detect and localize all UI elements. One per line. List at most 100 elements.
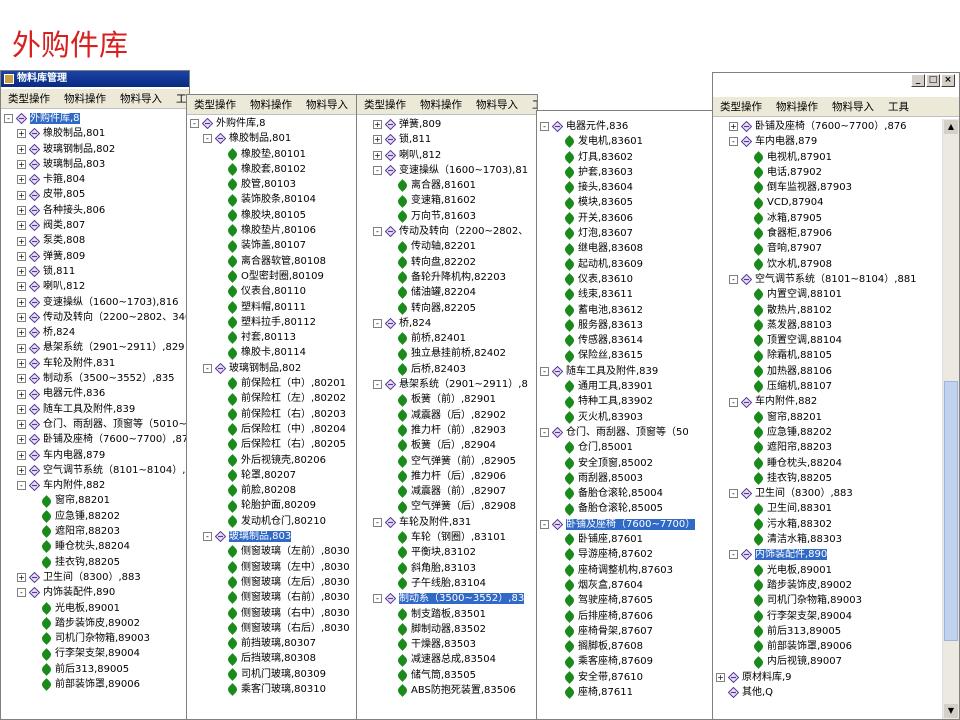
- expand-toggle-icon[interactable]: +: [17, 175, 26, 185]
- tree-folder-node[interactable]: - 玻璃钢制品,802: [190, 361, 357, 376]
- tree-leaf-node[interactable]: 制支踏板,83501: [360, 607, 537, 622]
- tree-folder-node[interactable]: + 卡箍,804: [4, 172, 189, 187]
- tree-leaf-node[interactable]: 装饰胶条,80104: [190, 192, 357, 207]
- tree-leaf-node[interactable]: 行李架支架,89004: [716, 609, 941, 624]
- tree-leaf-node[interactable]: 应急锤,88202: [4, 509, 189, 524]
- collapse-toggle-icon[interactable]: -: [540, 519, 549, 529]
- tree-folder-node[interactable]: + 传动及转向（2200~2802、3400~34: [4, 310, 189, 325]
- tree-folder-node[interactable]: + 车轮及附件,831: [4, 356, 189, 371]
- tree-leaf-node[interactable]: 导游座椅,87602: [540, 547, 713, 562]
- tree-leaf-node[interactable]: 安全带,87610: [540, 670, 713, 685]
- tree-folder-node[interactable]: + 变速操纵（1600~1703),816: [4, 295, 189, 310]
- tree-leaf-node[interactable]: 塑料帽,80111: [190, 300, 357, 315]
- tree-leaf-node[interactable]: 推力杆（后）,82906: [360, 469, 537, 484]
- tree-folder-node[interactable]: + 空气调节系统（8101~8104）,881: [4, 463, 189, 478]
- tree-leaf-node[interactable]: 睡仓枕头,88204: [716, 456, 941, 471]
- tree-leaf-node[interactable]: 前脸,80208: [190, 483, 357, 498]
- collapse-toggle-icon[interactable]: -: [203, 532, 212, 542]
- tree-leaf-node[interactable]: 板簧（前）,82901: [360, 392, 537, 407]
- tree-leaf-node[interactable]: 减速器总成,83504: [360, 652, 537, 667]
- tree-leaf-node[interactable]: 后排座椅,87606: [540, 609, 713, 624]
- expand-toggle-icon[interactable]: +: [17, 420, 26, 430]
- tree-folder-node[interactable]: + 阀类,807: [4, 218, 189, 233]
- tree-folder-node[interactable]: + 喇叭,812: [4, 279, 189, 294]
- tree-leaf-node[interactable]: 外后视镜壳,80206: [190, 453, 357, 468]
- tree-folder-node[interactable]: + 玻璃制品,803: [4, 157, 189, 172]
- tree-folder-node[interactable]: - 桥,824: [360, 316, 537, 331]
- tree-leaf-node[interactable]: 储油罐,82204: [360, 285, 537, 300]
- tree-leaf-node[interactable]: 侧窗玻璃（左中）,8030: [190, 560, 357, 575]
- scroll-down-arrow[interactable]: ▼: [944, 704, 958, 718]
- collapse-toggle-icon[interactable]: -: [729, 275, 738, 285]
- tree-leaf-node[interactable]: 推力杆（前）,82903: [360, 423, 537, 438]
- tree-leaf-node[interactable]: 座椅骨架,87607: [540, 624, 713, 639]
- tree-folder-node[interactable]: + 锁,811: [4, 264, 189, 279]
- tree-leaf-node[interactable]: 保险丝,83615: [540, 348, 713, 363]
- tree-leaf-node[interactable]: 传感器,83614: [540, 333, 713, 348]
- tree-folder-node[interactable]: - 悬架系统（2901~2911）,8: [360, 377, 537, 392]
- tree-folder-node[interactable]: + 弹簧,809: [4, 249, 189, 264]
- expand-toggle-icon[interactable]: +: [17, 313, 26, 323]
- tree-leaf-node[interactable]: 侧窗玻璃（右后）,8030: [190, 621, 357, 636]
- tree-folder-node[interactable]: - 车内电器,879: [716, 134, 941, 149]
- tree-leaf-node[interactable]: 离合器,81601: [360, 178, 537, 193]
- tree-folder-node[interactable]: - 车内附件,882: [4, 478, 189, 493]
- tree-folder-node[interactable]: + 橡胶制品,801: [4, 126, 189, 141]
- tree-leaf-node[interactable]: 板簧（后）,82904: [360, 438, 537, 453]
- tree-leaf-node[interactable]: 电视机,87901: [716, 150, 941, 165]
- tree-leaf-node[interactable]: 顶置空调,88104: [716, 333, 941, 348]
- tree-folder-node[interactable]: + 制动系（3500~3552）,835: [4, 371, 189, 386]
- tree-folder-node[interactable]: - 制动系（3500~3552）,83: [360, 591, 537, 606]
- tree-leaf-node[interactable]: VCD,87904: [716, 195, 941, 210]
- collapse-toggle-icon[interactable]: -: [373, 594, 382, 604]
- tree-leaf-node[interactable]: 线束,83611: [540, 287, 713, 302]
- tree-leaf-node[interactable]: 烟灰盒,87604: [540, 578, 713, 593]
- collapse-toggle-icon[interactable]: -: [540, 366, 549, 376]
- tree-leaf-node[interactable]: 后桥,82403: [360, 362, 537, 377]
- expand-toggle-icon[interactable]: +: [716, 672, 725, 682]
- scroll-thumb[interactable]: [944, 381, 958, 641]
- tree-leaf-node[interactable]: 搁脚板,87608: [540, 639, 713, 654]
- expand-toggle-icon[interactable]: +: [17, 221, 26, 231]
- tree-leaf-node[interactable]: 驾驶座椅,87605: [540, 593, 713, 608]
- tree-leaf-node[interactable]: 平衡块,83102: [360, 545, 537, 560]
- tree-leaf-node[interactable]: 侧窗玻璃（右中）,8030: [190, 606, 357, 621]
- tree-leaf-node[interactable]: 仓门,85001: [540, 440, 713, 455]
- tree-leaf-node[interactable]: 衬套,80113: [190, 330, 357, 345]
- tree-leaf-node[interactable]: 光电板,89001: [4, 601, 189, 616]
- tree-folder-node[interactable]: - 空气调节系统（8101~8104）,881: [716, 272, 941, 287]
- menu-item[interactable]: 物料操作: [769, 97, 825, 116]
- tree-leaf-node[interactable]: 备胎仓滚轮,85004: [540, 486, 713, 501]
- tree-leaf-node[interactable]: 窗帘,88201: [716, 410, 941, 425]
- tree-leaf-node[interactable]: 前挡玻璃,80307: [190, 636, 357, 651]
- collapse-toggle-icon[interactable]: -: [4, 114, 13, 124]
- maximize-button[interactable]: □: [926, 74, 940, 87]
- tree-leaf-node[interactable]: 压缩机,88107: [716, 379, 941, 394]
- collapse-toggle-icon[interactable]: -: [540, 428, 549, 438]
- tree-leaf-node[interactable]: 车轮（钢圈）,83101: [360, 530, 537, 545]
- collapse-toggle-icon[interactable]: -: [373, 166, 382, 176]
- tree-leaf-node[interactable]: 音响,87907: [716, 241, 941, 256]
- tree-leaf-node[interactable]: 前后313,89005: [4, 662, 189, 677]
- menu-item[interactable]: 类型操作: [187, 95, 243, 114]
- tree-leaf-node[interactable]: 侧窗玻璃（右前）,8030: [190, 590, 357, 605]
- tree-leaf-node[interactable]: 应急锤,88202: [716, 425, 941, 440]
- tree-folder-node[interactable]: + 原材料库,9: [716, 670, 941, 685]
- tree-leaf-node[interactable]: 前部装饰罩,89006: [4, 677, 189, 692]
- tree-leaf-node[interactable]: 轮罩,80207: [190, 468, 357, 483]
- expand-toggle-icon[interactable]: +: [17, 251, 26, 261]
- collapse-toggle-icon[interactable]: -: [203, 134, 212, 144]
- tree-leaf-node[interactable]: 转向器,82205: [360, 301, 537, 316]
- expand-toggle-icon[interactable]: +: [17, 435, 26, 445]
- expand-toggle-icon[interactable]: +: [17, 343, 26, 353]
- menu-item[interactable]: 工具: [881, 97, 916, 116]
- tree-leaf-node[interactable]: 备轮升降机构,82203: [360, 270, 537, 285]
- tree-leaf-node[interactable]: 雨刮器,85003: [540, 471, 713, 486]
- tree-folder-node[interactable]: - 外购件库,8: [4, 111, 189, 126]
- tree-leaf-node[interactable]: 储气筒,83505: [360, 668, 537, 683]
- menu-item[interactable]: 物料导入: [299, 95, 355, 114]
- tree-leaf-node[interactable]: 行李架支架,89004: [4, 646, 189, 661]
- tree-leaf-node[interactable]: 司机门玻璃,80309: [190, 667, 357, 682]
- tree-leaf-node[interactable]: 冰箱,87905: [716, 211, 941, 226]
- scroll-up-arrow[interactable]: ▲: [944, 120, 958, 134]
